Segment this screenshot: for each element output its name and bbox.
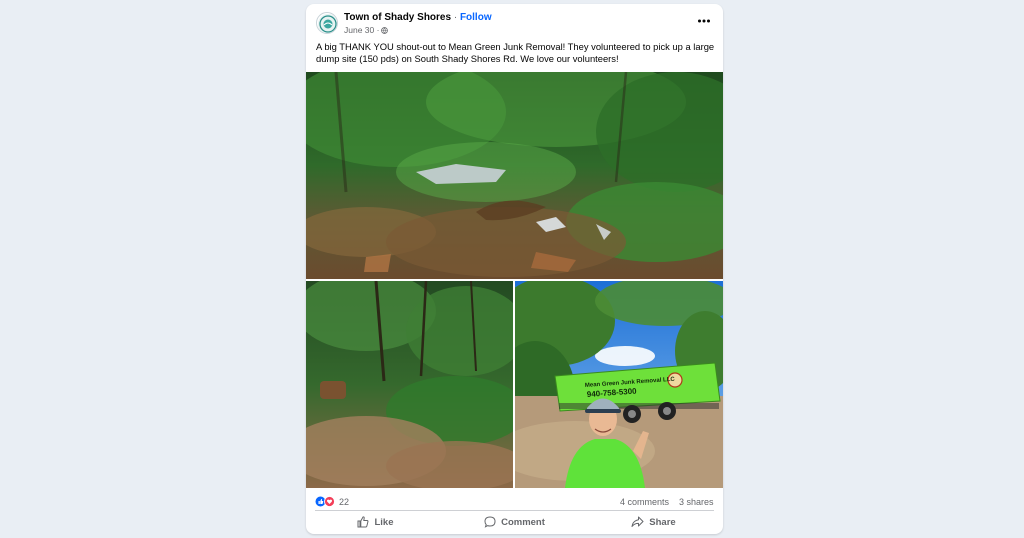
like-button[interactable]: Like	[306, 512, 445, 532]
thumbs-up-icon	[357, 516, 369, 528]
facebook-post: Town of Shady Shores · Follow June 30 · …	[306, 4, 723, 534]
globe-icon	[381, 26, 389, 34]
comment-button[interactable]: Comment	[445, 512, 584, 532]
like-label: Like	[374, 516, 394, 528]
reaction-count[interactable]: 22	[339, 497, 349, 507]
shares-count[interactable]: 3 shares	[679, 497, 714, 507]
reactions-icons[interactable]	[315, 496, 337, 507]
follow-button[interactable]: Follow	[460, 12, 492, 23]
photo-cleared-area[interactable]	[306, 281, 513, 488]
name-separator: ·	[451, 12, 460, 23]
share-button[interactable]: Share	[584, 512, 723, 532]
page-avatar[interactable]	[316, 12, 338, 34]
post-header: Town of Shady Shores · Follow June 30 ·	[306, 4, 723, 42]
more-options-icon[interactable]	[696, 14, 712, 26]
share-label: Share	[649, 516, 676, 528]
share-arrow-icon	[631, 516, 644, 527]
post-date[interactable]: June 30 ·	[344, 25, 379, 35]
page-name-line: Town of Shady Shores · Follow	[344, 12, 492, 23]
page-name-link[interactable]: Town of Shady Shores	[344, 12, 451, 23]
comments-count[interactable]: 4 comments	[620, 497, 669, 507]
photo-volunteer-truck[interactable]: Mean Green Junk Removal LLC 940-758-5300	[515, 281, 723, 488]
comment-bubble-icon	[484, 516, 496, 528]
actions-divider	[315, 510, 714, 511]
town-seal-icon	[318, 14, 337, 33]
post-actions: Like Comment Share	[306, 512, 723, 532]
photo-dump-site[interactable]	[306, 72, 723, 279]
post-meta: June 30 ·	[344, 25, 389, 35]
comment-label: Comment	[501, 516, 545, 528]
post-caption: A big THANK YOU shout-out to Mean Green …	[316, 41, 715, 64]
post-stats: 22 4 comments 3 shares	[306, 490, 723, 510]
